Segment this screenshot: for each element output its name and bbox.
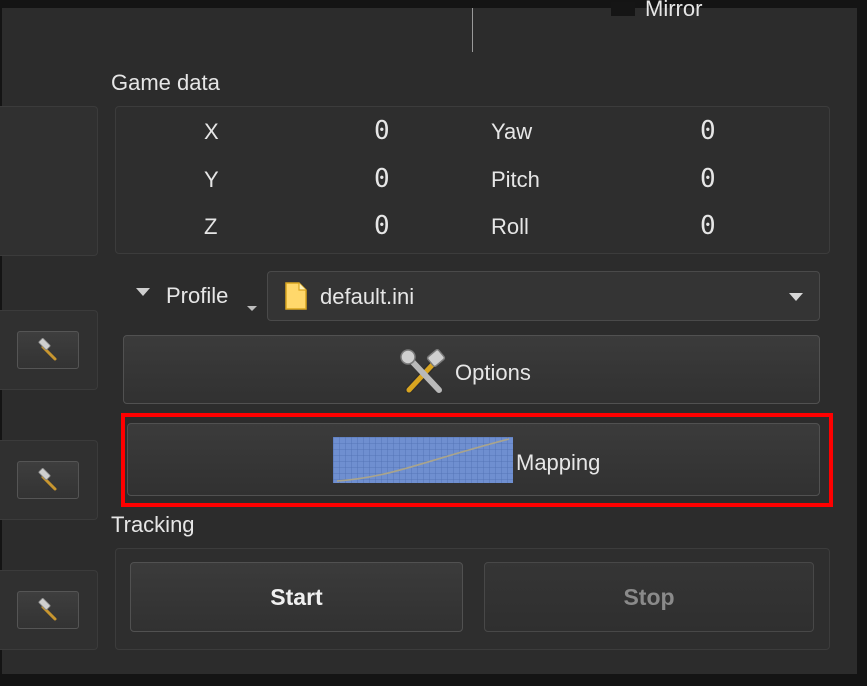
file-icon xyxy=(285,282,307,310)
stop-label: Stop xyxy=(623,584,675,610)
axis-value-z: 0 xyxy=(374,211,390,241)
tools-icon xyxy=(400,348,446,394)
dropdown-caret-icon xyxy=(789,293,803,301)
options-button[interactable]: Options xyxy=(123,335,820,404)
stop-button[interactable]: Stop xyxy=(484,562,814,632)
divider xyxy=(472,8,473,52)
highlight-box xyxy=(121,413,833,507)
hammer-icon xyxy=(38,338,57,361)
window-frame-top xyxy=(0,0,867,8)
settings-button-3[interactable] xyxy=(17,591,79,629)
left-panel-top xyxy=(0,106,98,256)
settings-button-2[interactable] xyxy=(17,461,79,499)
mirror-label: Mirror xyxy=(645,0,703,21)
settings-button-1[interactable] xyxy=(17,331,79,369)
profile-label[interactable]: Profile xyxy=(166,283,228,309)
hammer-icon xyxy=(38,598,57,621)
window-frame-bottom xyxy=(0,674,867,686)
game-data-panel: X 0 Yaw 0 Y 0 Pitch 0 Z 0 Roll 0 xyxy=(115,106,830,254)
tracking-panel: Start Stop xyxy=(115,548,830,650)
start-button[interactable]: Start xyxy=(130,562,463,632)
rot-label-yaw: Yaw xyxy=(491,119,533,144)
hammer-icon xyxy=(38,468,57,491)
game-data-title: Game data xyxy=(111,70,220,95)
rot-label-roll: Roll xyxy=(491,214,529,239)
profile-filename: default.ini xyxy=(320,284,415,309)
axis-label-y: Y xyxy=(204,167,219,192)
window-frame-right xyxy=(857,0,867,686)
options-label: Options xyxy=(455,360,531,385)
profile-select[interactable]: default.ini xyxy=(267,271,820,321)
profile-menu-indicator-icon xyxy=(247,306,257,311)
axis-value-y: 0 xyxy=(374,164,390,194)
mirror-checkbox[interactable] xyxy=(611,2,635,16)
start-label: Start xyxy=(270,584,323,610)
rot-label-pitch: Pitch xyxy=(491,167,540,192)
tracking-title: Tracking xyxy=(111,512,195,537)
axis-label-x: X xyxy=(204,119,219,144)
axis-label-z: Z xyxy=(204,214,218,239)
rot-value-yaw: 0 xyxy=(700,116,716,146)
rot-value-pitch: 0 xyxy=(700,164,716,194)
rot-value-roll: 0 xyxy=(700,211,716,241)
profile-collapse-arrow-icon[interactable] xyxy=(136,288,150,296)
axis-value-x: 0 xyxy=(374,116,390,146)
